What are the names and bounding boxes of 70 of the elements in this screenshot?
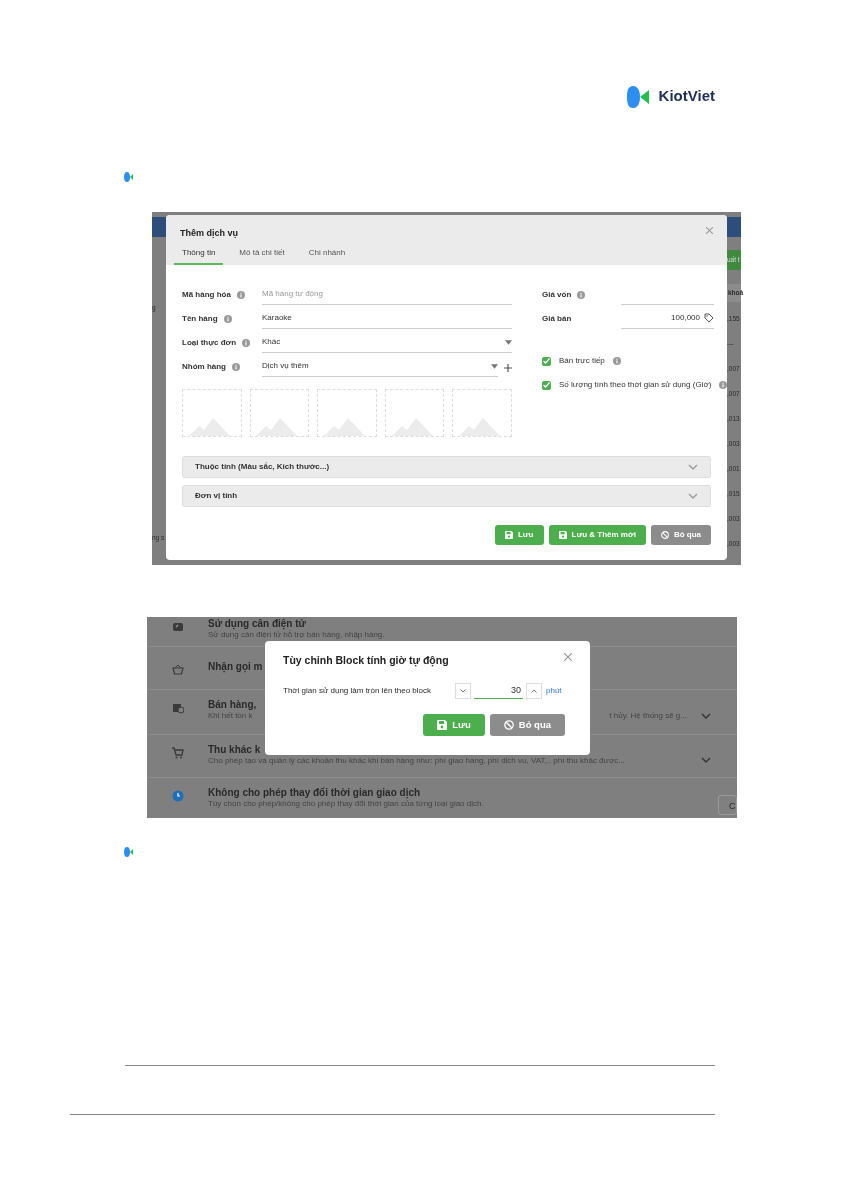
cancel-icon — [660, 531, 669, 539]
setting-title: Bán hàng, — [208, 698, 257, 711]
increase-button[interactable] — [526, 682, 542, 699]
field-label: Thời gian sử dụng làm tròn lên theo block — [283, 684, 432, 697]
image-placeholder[interactable] — [452, 389, 512, 437]
info-icon — [236, 291, 245, 299]
logo: KiotViet — [626, 83, 715, 110]
navigation-bar — [727, 217, 741, 237]
bullet-icon — [124, 172, 133, 182]
info-icon — [577, 291, 586, 299]
chevron-icon[interactable] — [688, 464, 698, 470]
tab[interactable]: Chi nhánh — [300, 247, 354, 265]
bullet-icon — [124, 847, 133, 857]
chevron-icon[interactable] — [688, 493, 698, 499]
plus-icon[interactable] — [504, 364, 512, 372]
chevron-up-icon — [531, 688, 537, 693]
field-label: Tên hàng — [182, 313, 218, 325]
tag-icon — [704, 313, 714, 323]
tab[interactable]: Mô tả chi tiết — [231, 247, 293, 265]
chevron-icon[interactable] — [701, 713, 711, 719]
gauge-icon — [171, 621, 184, 633]
close-icon[interactable] — [706, 227, 713, 234]
dialog-title: Tùy chỉnh Block tính giờ tự động — [283, 653, 449, 669]
section-header[interactable]: Đơn vị tính — [182, 485, 711, 507]
setting-title: Nhận gọi m — [208, 660, 263, 673]
store-icon — [171, 702, 184, 714]
dialog-title: Thêm dịch vụ — [180, 227, 238, 240]
cart-icon — [171, 747, 184, 759]
field-label: Giá vốn — [542, 289, 572, 301]
field-label: Mã hàng hóa — [182, 289, 231, 301]
logo-icon — [626, 85, 651, 108]
image-placeholder[interactable] — [317, 389, 377, 437]
image-placeholder[interactable] — [249, 389, 310, 437]
setting-title: Không cho phép thay đổi thời gian giao dịch — [208, 786, 421, 799]
close-icon[interactable] — [564, 653, 572, 661]
info-icon — [612, 357, 621, 365]
field-label: Loại thực đơn — [182, 337, 237, 349]
field-label: Giá bán — [542, 313, 572, 325]
save-icon — [437, 719, 448, 730]
checkbox-label: Bán trực tiếp — [559, 355, 605, 367]
input-field[interactable]: Karaoke — [262, 312, 512, 329]
tab[interactable]: Thông tin — [174, 247, 224, 265]
field-label: Nhóm hàng — [182, 361, 226, 373]
unit-label: phút — [546, 684, 562, 697]
save-icon — [558, 531, 567, 539]
dropdown-field[interactable]: Khác — [262, 336, 512, 353]
chevron-down-icon — [460, 688, 466, 693]
checkbox[interactable] — [542, 380, 551, 390]
image-placeholder[interactable] — [182, 389, 242, 437]
checkbox-label: Số lượng tính theo thời gian sử dụng (Giờ) — [559, 379, 712, 391]
info-icon — [223, 315, 232, 323]
clock-icon — [171, 790, 184, 802]
chevron-icon[interactable] — [701, 757, 711, 763]
cancel-icon — [503, 719, 514, 730]
setting-title: Thu khác k — [208, 743, 261, 756]
setting-title: Sử dụng cân điện tử — [208, 617, 306, 630]
dropdown-field[interactable]: Dịch vụ thêm — [262, 360, 498, 377]
navigation-bar — [152, 217, 166, 237]
checkbox[interactable] — [542, 356, 551, 366]
decrease-button[interactable] — [455, 682, 471, 699]
caret-icon[interactable] — [491, 363, 498, 369]
basket-icon — [171, 664, 184, 676]
image-placeholder[interactable] — [384, 389, 445, 437]
option-button[interactable]: C — [718, 794, 737, 815]
save-icon — [504, 531, 513, 539]
input-field[interactable]: 100,000 — [621, 312, 714, 329]
info-icon — [232, 363, 240, 371]
caret-icon[interactable] — [505, 339, 512, 345]
info-icon — [242, 339, 251, 347]
section-header[interactable]: Thuộc tính (Màu sắc, Kích thước...) — [182, 456, 711, 478]
